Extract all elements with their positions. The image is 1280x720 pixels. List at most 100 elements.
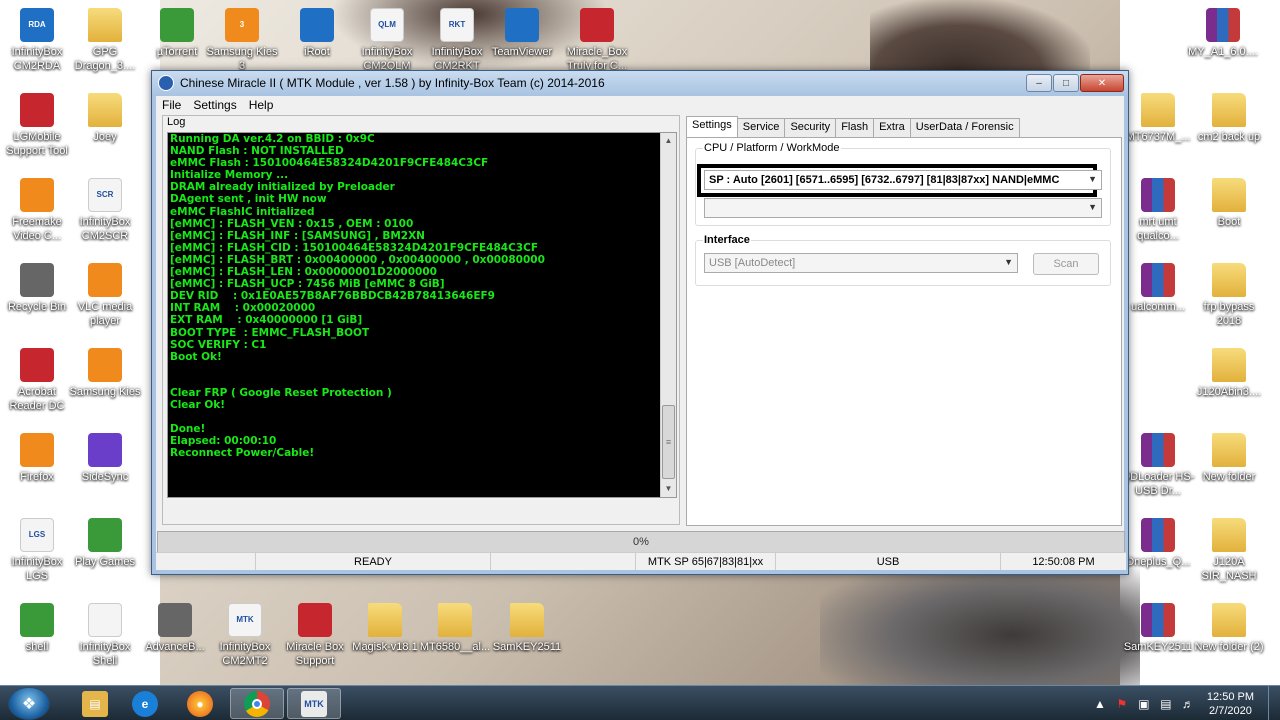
tab-service[interactable]: Service xyxy=(736,118,786,137)
desktop-icon[interactable]: Freemake Video C... xyxy=(0,178,74,243)
cpu-platform-select[interactable]: SP : Auto [2601] [6571..6595] [6732..679… xyxy=(704,170,1102,190)
scroll-thumb[interactable]: ≡ xyxy=(662,405,675,479)
action-center-icon[interactable]: ⚑ xyxy=(1114,697,1130,711)
infinitybox-mtk-icon: MTK xyxy=(228,603,262,637)
log-box[interactable]: Running DA ver.4.2 on BBID : 0x9C NAND Fl… xyxy=(167,132,677,498)
tab-userdata-forensic[interactable]: UserData / Forensic xyxy=(909,118,1020,137)
desktop-icon[interactable]: Oneplus_Q... xyxy=(1121,518,1195,569)
status-time: 12:50:08 PM xyxy=(1032,555,1095,568)
desktop-icon[interactable]: Magisk-v18.1 xyxy=(348,603,422,654)
log-text: Running DA ver.4.2 on BBID : 0x9C NAND Fl… xyxy=(170,133,660,497)
device-icon[interactable]: ▣ xyxy=(1136,697,1152,711)
minimize-button[interactable]: – xyxy=(1026,74,1052,92)
desktop-icon[interactable]: MT6580__al... xyxy=(418,603,492,654)
desktop-icon[interactable]: Samsung Kies xyxy=(68,348,142,399)
tab-extra[interactable]: Extra xyxy=(873,118,911,137)
desktop-icon[interactable]: AdvanceB... xyxy=(138,603,212,654)
samsung-kies-icon xyxy=(88,348,122,382)
desktop-icon[interactable]: SideSync xyxy=(68,433,142,484)
scan-button[interactable]: Scan xyxy=(1033,253,1099,275)
desktop-icon[interactable]: MT6737M_... xyxy=(1121,93,1195,144)
desktop-icon[interactable]: µTorrent xyxy=(140,8,214,59)
desktop-icon[interactable]: iRoot xyxy=(280,8,354,59)
desktop-icon[interactable]: RDA InfinityBox CM2RDA xyxy=(0,8,74,73)
desktop-icon[interactable]: Recycle Bin xyxy=(0,263,74,314)
desktop-icon-label: Miracle Box Support xyxy=(286,641,344,667)
workmode-select[interactable]: ▼ xyxy=(704,198,1102,218)
desktop-icon[interactable]: Miracle_Box Truly for C... xyxy=(560,8,634,73)
maximize-button[interactable]: □ xyxy=(1053,74,1079,92)
desktop-icon[interactable]: LGMobile Support Tool xyxy=(0,93,74,158)
sidesync-icon xyxy=(88,433,122,467)
desktop-icon[interactable]: QLM InfinityBox CM2QLM xyxy=(350,8,424,73)
desktop-icon[interactable]: TeamViewer xyxy=(485,8,559,59)
log-line: [eMMC] : FLASH_CID : 150100464E58324D420… xyxy=(170,241,538,254)
cpu-group: CPU / Platform / WorkMode SP : Auto [260… xyxy=(695,142,1111,226)
teamviewer-icon xyxy=(505,8,539,42)
desktop-icon[interactable]: QDLoader HS-USB Dr... xyxy=(1121,433,1195,498)
taskbar-chrome[interactable] xyxy=(230,688,284,719)
close-button[interactable]: ✕ xyxy=(1080,74,1124,92)
desktop-icon[interactable]: shell xyxy=(0,603,74,654)
internet-explorer-icon: e xyxy=(132,690,158,717)
desktop-icon[interactable]: Miracle Box Support xyxy=(278,603,352,668)
show-hidden-icons-icon[interactable]: ▲ xyxy=(1092,697,1108,711)
desktop-icon[interactable]: J120Abin3.... xyxy=(1192,348,1266,399)
desktop-icon[interactable]: New folder (2) xyxy=(1192,603,1266,654)
desktop-icon[interactable]: Play Games xyxy=(68,518,142,569)
desktop-icon[interactable]: frp bypass 2018 xyxy=(1192,263,1266,328)
network-icon[interactable]: ▤ xyxy=(1158,697,1174,711)
scroll-up-icon[interactable]: ▲ xyxy=(661,133,676,149)
scroll-down-icon[interactable]: ▼ xyxy=(661,481,676,497)
desktop-icon[interactable]: InfinityBox Shell xyxy=(68,603,142,668)
chevron-down-icon: ▼ xyxy=(1088,202,1097,212)
taskbar-firefox[interactable]: ● xyxy=(173,688,227,719)
log-line: Initialize Memory ... xyxy=(170,169,289,182)
clock[interactable]: 12:50 PM 2/7/2020 xyxy=(1207,690,1254,718)
desktop-icon[interactable]: Firefox xyxy=(0,433,74,484)
menu-settings[interactable]: Settings xyxy=(187,98,242,112)
desktop-icon[interactable]: GPG Dragon_3.... xyxy=(68,8,142,73)
taskbar-ie[interactable]: e xyxy=(118,688,172,719)
desktop-icon[interactable]: Acrobat Reader DC xyxy=(0,348,74,413)
desktop-icon-label: MT6737M_... xyxy=(1125,131,1191,143)
desktop-icon[interactable]: J120A SIR_NASH xyxy=(1192,518,1266,583)
desktop-icon[interactable]: SamKEY2511 xyxy=(490,603,564,654)
desktop-icon[interactable]: 3 Samsung Kies 3 xyxy=(205,8,279,73)
log-scrollbar[interactable]: ▲ ≡ ▼ xyxy=(660,133,676,497)
taskbar: ❖ ▤ e ● MTK ▲ ⚑ ▣ ▤ ♬ 12:50 PM 2/7/2020 xyxy=(0,685,1280,720)
desktop-icon[interactable]: VLC media player xyxy=(68,263,142,328)
tab-settings[interactable]: Settings xyxy=(686,116,738,137)
taskbar-mtk[interactable]: MTK xyxy=(287,688,341,719)
desktop-icon[interactable]: Joey xyxy=(68,93,142,144)
desktop-icon[interactable]: MTK InfinityBox CM2MT2 xyxy=(208,603,282,668)
log-line: Clear FRP ( Google Reset Protection ) xyxy=(170,386,392,399)
title-bar[interactable]: Chinese Miracle II ( MTK Module , ver 1.… xyxy=(152,71,1128,95)
interface-select[interactable]: USB [AutoDetect] ▼ xyxy=(704,253,1018,273)
desktop-icon[interactable]: Boot xyxy=(1192,178,1266,229)
tab-flash[interactable]: Flash xyxy=(835,118,875,137)
chevron-down-icon: ▼ xyxy=(1088,174,1097,184)
window-title: Chinese Miracle II ( MTK Module , ver 1.… xyxy=(180,76,605,90)
menu-file[interactable]: File xyxy=(156,98,187,112)
desktop-icon[interactable]: ualcomm... xyxy=(1121,263,1195,314)
folder-icon xyxy=(1212,518,1246,552)
desktop-icon[interactable]: SCR InfinityBox CM2SCR xyxy=(68,178,142,243)
chevron-down-icon: ▼ xyxy=(1004,257,1013,267)
desktop-icon[interactable]: mrt umt qualco... xyxy=(1121,178,1195,243)
show-desktop-button[interactable] xyxy=(1268,686,1280,720)
desktop-icon[interactable]: SamKEY2511 xyxy=(1121,603,1195,654)
start-button[interactable]: ❖ xyxy=(8,687,50,720)
desktop-icon[interactable]: RKT InfinityBox CM2RKT xyxy=(420,8,494,73)
desktop-icon[interactable]: cm2 back up xyxy=(1192,93,1266,144)
desktop-icon[interactable]: LGS InfinityBox LGS xyxy=(0,518,74,583)
log-label: Log xyxy=(167,116,186,128)
tab-security[interactable]: Security xyxy=(784,118,837,137)
log-line: Running DA ver.4.2 on BBID : 0x9C xyxy=(170,133,375,145)
volume-icon[interactable]: ♬ xyxy=(1180,697,1196,711)
menu-help[interactable]: Help xyxy=(243,98,280,112)
taskbar-explorer[interactable]: ▤ xyxy=(68,688,122,719)
desktop-icon[interactable]: MY_A1_6.0.... xyxy=(1186,8,1260,59)
desktop-icon[interactable]: New folder xyxy=(1192,433,1266,484)
